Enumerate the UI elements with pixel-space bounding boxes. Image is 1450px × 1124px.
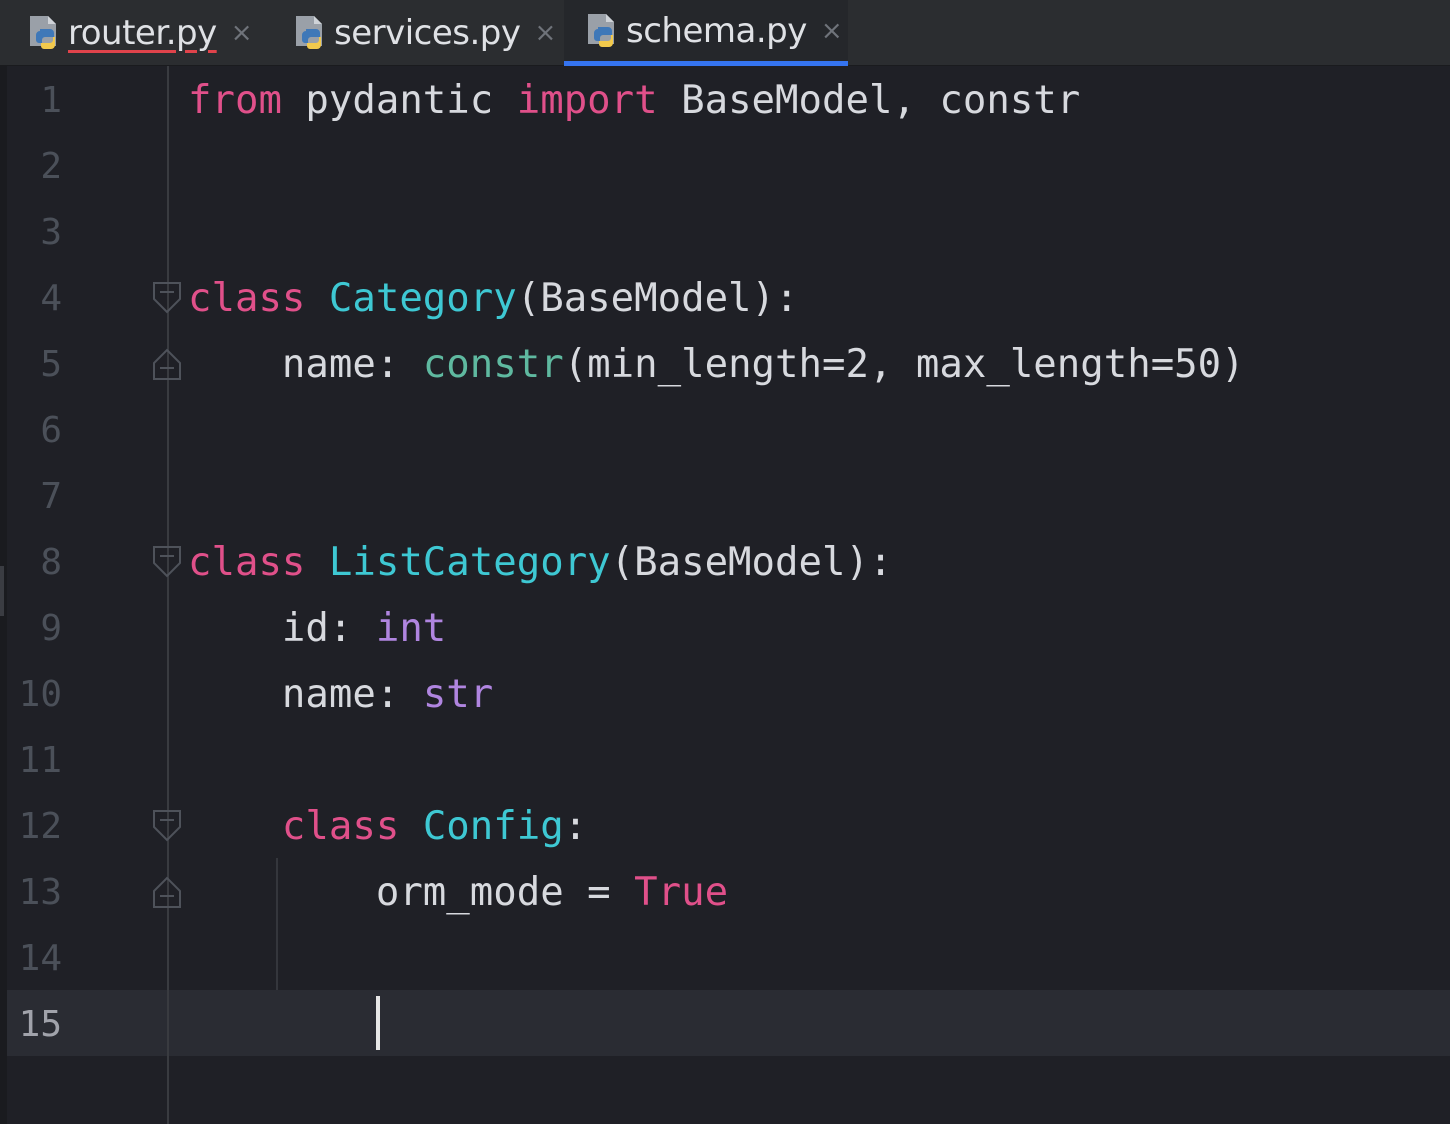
close-icon[interactable]: × xyxy=(821,18,843,44)
code-text: orm_mode = True xyxy=(188,860,728,926)
code-line[interactable]: 12 class Config: xyxy=(0,794,1450,860)
fold-end-icon[interactable] xyxy=(152,347,182,381)
code-text: id: int xyxy=(188,596,446,662)
tab-router-py[interactable]: router.py × xyxy=(26,0,266,66)
line-number: 2 xyxy=(40,146,62,187)
editor-tab-bar: router.py × services.py × schema.py × xyxy=(0,0,1450,66)
close-icon[interactable]: × xyxy=(231,20,253,46)
code-token: Category xyxy=(328,276,517,321)
close-icon[interactable]: × xyxy=(535,20,557,46)
fold-collapse-icon[interactable] xyxy=(152,809,182,843)
tab-services-py[interactable]: services.py × xyxy=(292,0,557,66)
fold-end-icon[interactable] xyxy=(152,875,182,909)
code-line[interactable]: 4 class Category(BaseModel): xyxy=(0,266,1450,332)
line-number: 15 xyxy=(18,1004,62,1045)
line-number: 7 xyxy=(40,476,62,517)
code-token: from xyxy=(188,78,282,123)
code-line[interactable]: 5 name: constr(min_length=2, max_length=… xyxy=(0,332,1450,398)
code-token: constr xyxy=(422,342,564,387)
tab-schema-py[interactable]: schema.py × xyxy=(564,0,848,66)
code-token: BaseModel, constr xyxy=(657,78,1081,123)
code-token: (min_length=2, max_length=50) xyxy=(563,342,1245,387)
code-token: name: xyxy=(188,672,423,717)
python-file-icon xyxy=(588,13,614,47)
code-line[interactable]: 6 xyxy=(0,398,1450,464)
line-number: 3 xyxy=(40,212,62,253)
code-token: ListCategory xyxy=(328,540,611,585)
code-line[interactable]: 2 xyxy=(0,134,1450,200)
code-token: str xyxy=(422,672,494,717)
line-number: 1 xyxy=(40,80,62,121)
python-file-icon xyxy=(30,16,56,49)
code-text: name: constr(min_length=2, max_length=50… xyxy=(188,332,1245,398)
code-text: from pydantic import BaseModel, constr xyxy=(188,68,1080,134)
line-number: 13 xyxy=(18,872,62,913)
code-token: pydantic xyxy=(281,78,517,123)
code-text: name: str xyxy=(188,662,493,728)
tab-label: schema.py xyxy=(626,10,807,51)
code-token: int xyxy=(375,606,447,651)
code-token: : xyxy=(563,804,588,849)
fold-collapse-icon[interactable] xyxy=(152,545,182,579)
fold-collapse-icon[interactable] xyxy=(152,281,182,315)
code-line[interactable]: 15 xyxy=(0,992,1450,1058)
code-line[interactable]: 11 xyxy=(0,728,1450,794)
code-token: True xyxy=(634,870,729,915)
code-token: (BaseModel): xyxy=(610,540,893,585)
code-editor: router.py × services.py × schema.py × 1 … xyxy=(0,0,1450,1124)
code-line[interactable]: 10 name: str xyxy=(0,662,1450,728)
line-number: 10 xyxy=(18,674,62,715)
code-line[interactable]: 3 xyxy=(0,200,1450,266)
text-caret xyxy=(376,996,380,1050)
tab-label: router.py xyxy=(68,13,217,53)
code-token: orm_mode = xyxy=(188,870,635,915)
tab-label: services.py xyxy=(334,13,521,53)
line-number: 14 xyxy=(18,938,62,979)
code-token: Config xyxy=(422,804,564,849)
code-token: id: xyxy=(188,606,376,651)
code-text: class ListCategory(BaseModel): xyxy=(188,530,892,596)
code-text: class Config: xyxy=(188,794,587,860)
line-number: 5 xyxy=(40,344,62,385)
line-number: 8 xyxy=(40,542,62,583)
code-line[interactable]: 7 xyxy=(0,464,1450,530)
line-number: 4 xyxy=(40,278,62,319)
code-line[interactable]: 13 orm_mode = True xyxy=(0,860,1450,926)
line-number: 6 xyxy=(40,410,62,451)
code-token: (BaseModel): xyxy=(516,276,799,321)
code-text: class Category(BaseModel): xyxy=(188,266,799,332)
code-line[interactable]: 9 id: int xyxy=(0,596,1450,662)
code-token: class xyxy=(281,804,400,849)
line-number: 12 xyxy=(18,806,62,847)
code-token: name: xyxy=(188,342,423,387)
line-number: 11 xyxy=(18,740,62,781)
code-line[interactable]: 14 xyxy=(0,926,1450,992)
code-token: class xyxy=(188,276,306,321)
code-token: class xyxy=(188,540,306,585)
code-line[interactable]: 1 from pydantic import BaseModel, constr xyxy=(0,68,1450,134)
code-line[interactable]: 8 class ListCategory(BaseModel): xyxy=(0,530,1450,596)
line-number: 9 xyxy=(40,608,62,649)
python-file-icon xyxy=(296,16,322,49)
code-token: import xyxy=(516,78,658,123)
